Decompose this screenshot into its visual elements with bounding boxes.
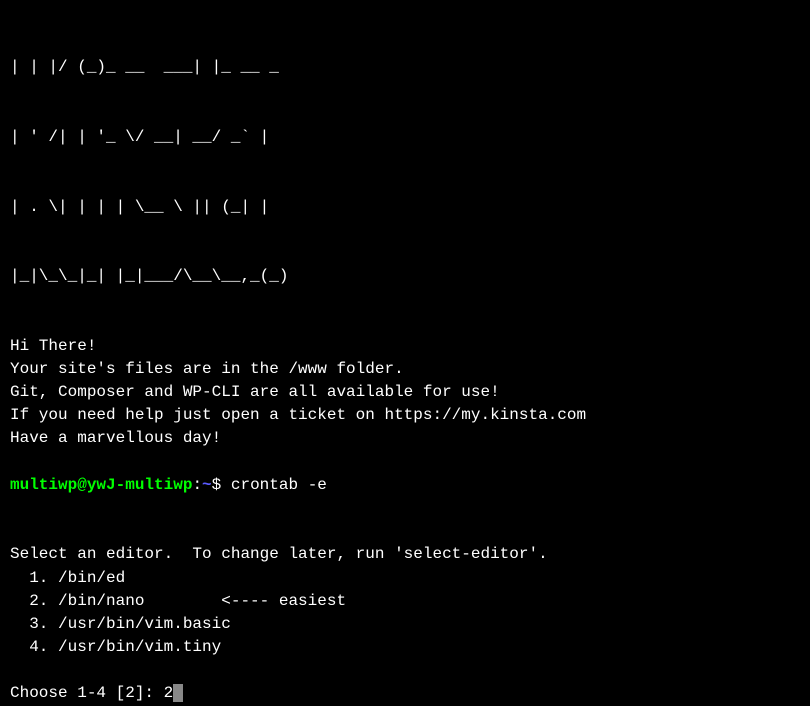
- motd-block: Hi There! Your site's files are in the /…: [10, 335, 800, 451]
- editor-option-4: 4. /usr/bin/vim.tiny: [10, 636, 800, 659]
- ascii-line-4: |_|\_\_|_| |_|___/\__\__,_(_): [10, 265, 800, 288]
- choose-prompt-label: Choose 1-4 [2]:: [10, 684, 164, 702]
- ascii-art-banner: | | |/ (_)_ __ ___| |_ __ _ | ' /| | '_ …: [10, 10, 800, 311]
- prompt-user-host: multiwp@ywJ-multiwp: [10, 476, 192, 494]
- command-value: crontab -e: [231, 476, 327, 494]
- motd-greeting: Hi There!: [10, 335, 800, 358]
- blank-line: [10, 659, 800, 682]
- motd-tools: Git, Composer and WP-CLI are all availab…: [10, 381, 800, 404]
- editor-option-3: 3. /usr/bin/vim.basic: [10, 613, 800, 636]
- blank-line: [10, 311, 800, 334]
- editor-header: Select an editor. To change later, run '…: [10, 543, 800, 566]
- motd-closing: Have a marvellous day!: [10, 427, 800, 450]
- editor-select-block: Select an editor. To change later, run '…: [10, 543, 800, 659]
- prompt-separator: :: [192, 476, 202, 494]
- ascii-line-1: | | |/ (_)_ __ ___| |_ __ _: [10, 56, 800, 79]
- ascii-line-3: | . \| | | | \__ \ || (_| |: [10, 196, 800, 219]
- choose-prompt-line[interactable]: Choose 1-4 [2]: 2: [10, 682, 800, 705]
- prompt-symbol: $: [212, 476, 222, 494]
- command-text: [221, 476, 231, 494]
- prompt-line[interactable]: multiwp@ywJ-multiwp:~$ crontab -e: [10, 474, 800, 497]
- cursor-icon: [173, 684, 183, 702]
- choose-input-value[interactable]: 2: [164, 684, 174, 702]
- ascii-line-2: | ' /| | '_ \/ __| __/ _` |: [10, 126, 800, 149]
- editor-option-1: 1. /bin/ed: [10, 567, 800, 590]
- motd-files: Your site's files are in the /www folder…: [10, 358, 800, 381]
- blank-line: [10, 497, 800, 520]
- blank-line: [10, 520, 800, 543]
- editor-option-2: 2. /bin/nano <---- easiest: [10, 590, 800, 613]
- prompt-cwd: ~: [202, 476, 212, 494]
- motd-help: If you need help just open a ticket on h…: [10, 404, 800, 427]
- blank-line: [10, 451, 800, 474]
